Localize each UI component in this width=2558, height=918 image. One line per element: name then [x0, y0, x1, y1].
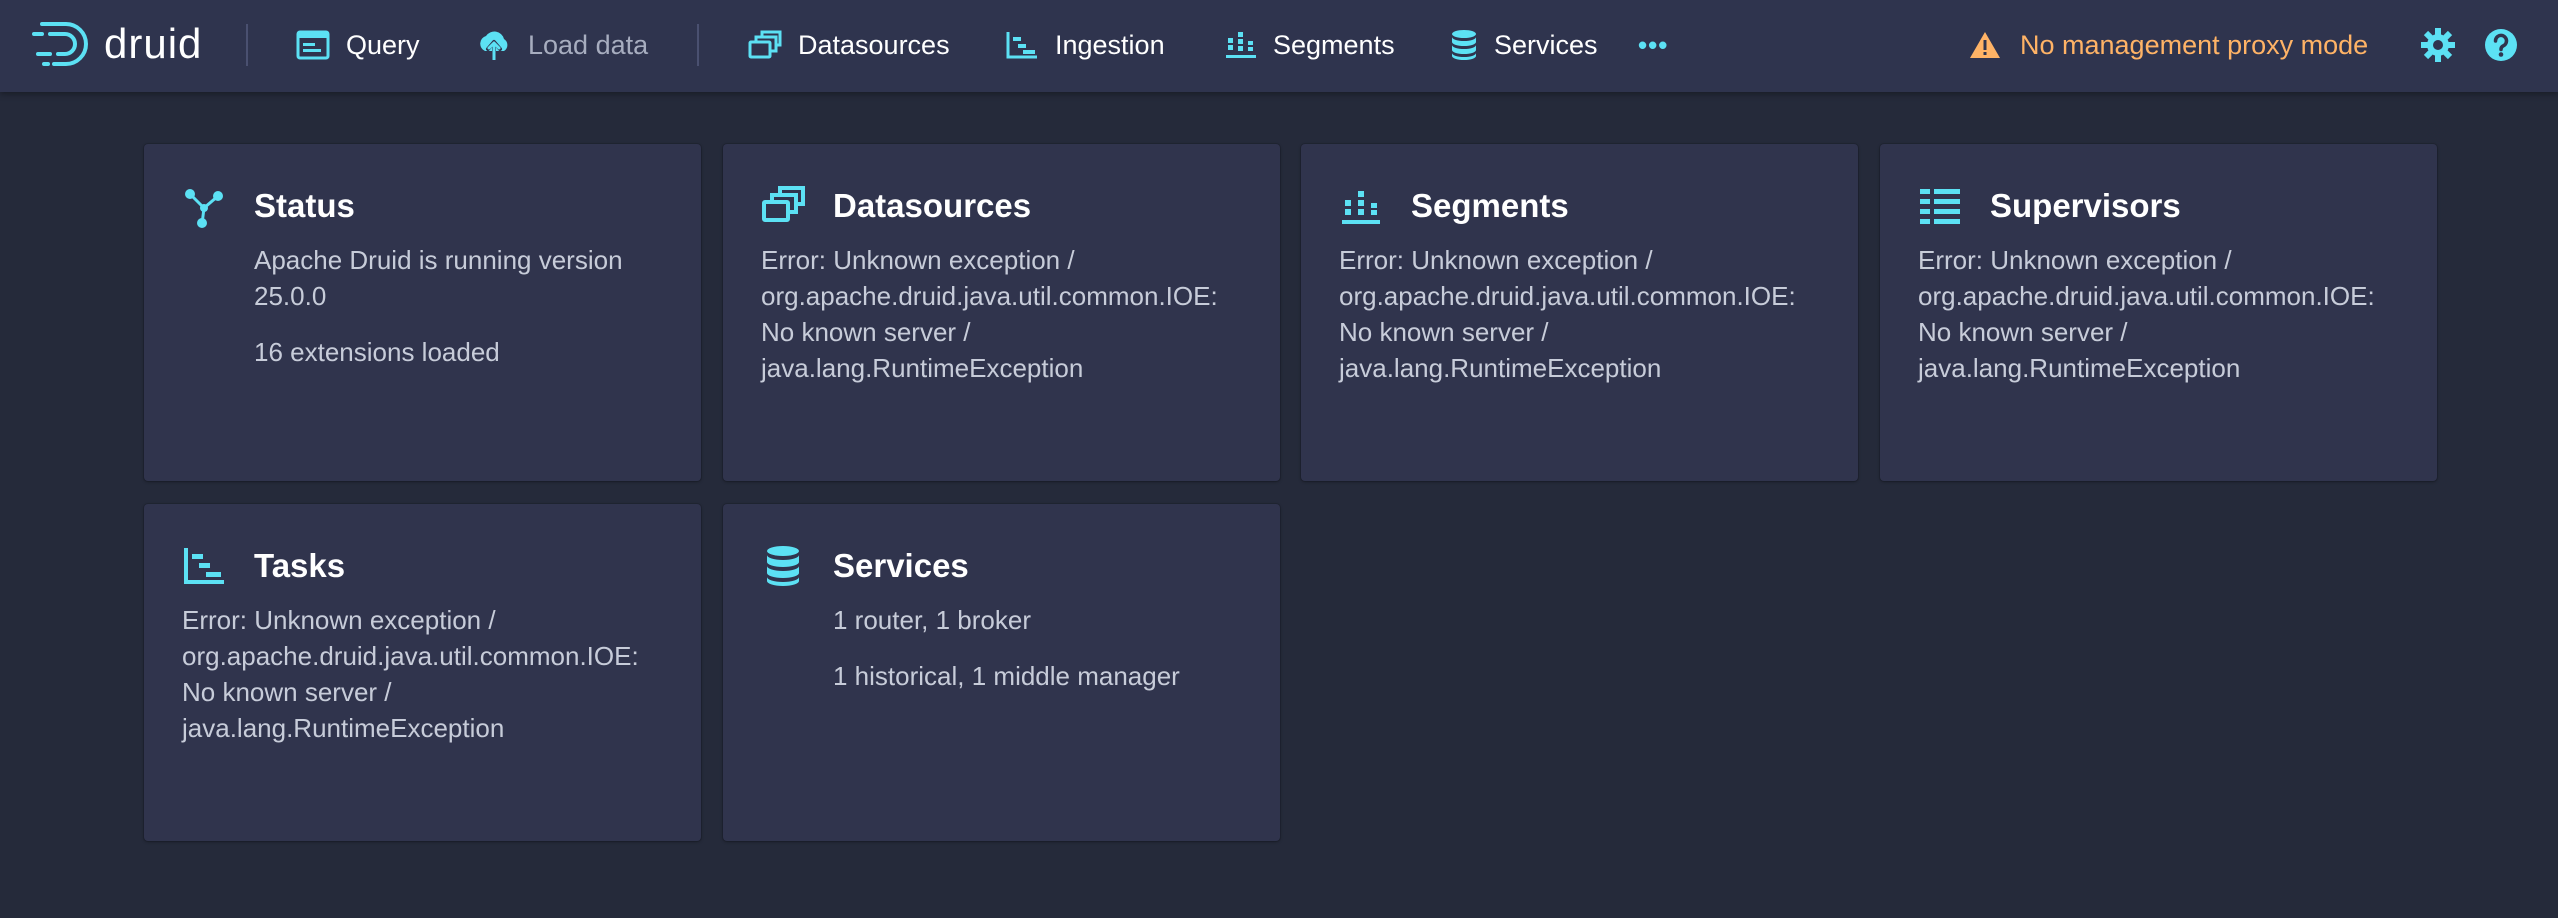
error-text: Error: Unknown exception / org.apache.dr… — [182, 605, 639, 743]
nav-divider — [697, 24, 699, 66]
nav-load-data-label: Load data — [528, 29, 649, 60]
services-summary-1: 1 router, 1 broker — [833, 605, 1031, 635]
stacked-chart-icon — [1342, 191, 1380, 224]
nav-segments-label: Segments — [1273, 29, 1395, 60]
segments-card[interactable]: Segments Error: Unknown exception / org.… — [1301, 144, 1858, 481]
extensions-text: 16 extensions loaded — [254, 337, 500, 367]
proxy-warning-label: No management proxy mode — [2020, 29, 2369, 60]
version-text: Apache Druid is running version 25.0.0 — [254, 245, 623, 311]
database-icon — [1452, 30, 1476, 60]
nav-datasources-label: Datasources — [798, 29, 950, 60]
nav-ingestion-label: Ingestion — [1055, 29, 1165, 60]
nav-services[interactable]: Services — [1450, 22, 1598, 68]
gear-icon — [2421, 28, 2455, 62]
application-icon — [296, 30, 330, 60]
services-summary-2: 1 historical, 1 middle manager — [833, 661, 1180, 691]
nav-services-label: Services — [1494, 29, 1598, 60]
druid-logo-icon — [32, 22, 88, 66]
cloud-upload-icon — [480, 31, 508, 60]
card-title: Segments — [1411, 187, 1569, 224]
stacked-chart-icon — [1226, 32, 1256, 58]
card-title: Datasources — [833, 187, 1032, 224]
graph-icon — [185, 189, 223, 228]
settings-button[interactable] — [2418, 25, 2458, 65]
tasks-card[interactable]: Tasks Error: Unknown exception / org.apa… — [144, 504, 701, 841]
card-title: Supervisors — [1990, 187, 2181, 224]
nav-query[interactable]: Query — [296, 22, 420, 68]
top-navbar: druid Query Load data Datasources Ingest… — [0, 0, 2558, 92]
nav-ingestion[interactable]: Ingestion — [1005, 22, 1165, 68]
error-text: Error: Unknown exception / org.apache.dr… — [1918, 245, 2375, 383]
status-card[interactable]: Status Apache Druid is running version 2… — [144, 144, 701, 481]
card-title: Tasks — [254, 547, 346, 584]
help-icon — [2485, 29, 2517, 61]
druid-logo[interactable]: druid — [32, 14, 202, 74]
multi-select-icon — [748, 30, 782, 59]
card-body: Apache Druid is running version 25.0.0 1… — [254, 242, 673, 390]
card-title: Status — [254, 187, 355, 224]
nav-segments[interactable]: Segments — [1225, 22, 1395, 68]
supervisors-card[interactable]: Supervisors Error: Unknown exception / o… — [1880, 144, 2437, 481]
error-text: Error: Unknown exception / org.apache.dr… — [1339, 245, 1796, 383]
logo-text: druid — [104, 20, 203, 67]
gantt-chart-icon — [1006, 32, 1037, 59]
more-menu-button[interactable]: ••• — [1638, 22, 1668, 68]
nav-load-data[interactable]: Load data — [476, 22, 648, 68]
datasources-card[interactable]: Datasources Error: Unknown exception / o… — [723, 144, 1280, 481]
card-title: Services — [833, 547, 969, 584]
nav-datasources[interactable]: Datasources — [748, 22, 950, 68]
card-body: 1 router, 1 broker 1 historical, 1 middl… — [833, 602, 1252, 714]
proxy-warning[interactable]: No management proxy mode — [1968, 22, 2368, 68]
nav-divider — [246, 24, 248, 66]
gantt-chart-icon — [184, 548, 224, 584]
services-card[interactable]: Services 1 router, 1 broker 1 historical… — [723, 504, 1280, 841]
help-button[interactable] — [2481, 25, 2521, 65]
warning-icon — [1970, 32, 2000, 58]
error-text: Error: Unknown exception / org.apache.dr… — [761, 245, 1218, 383]
more-icon: ••• — [1638, 29, 1669, 60]
database-icon — [767, 546, 799, 586]
list-columns-icon — [1920, 189, 1960, 224]
nav-query-label: Query — [346, 29, 420, 60]
multi-select-icon — [762, 186, 805, 222]
